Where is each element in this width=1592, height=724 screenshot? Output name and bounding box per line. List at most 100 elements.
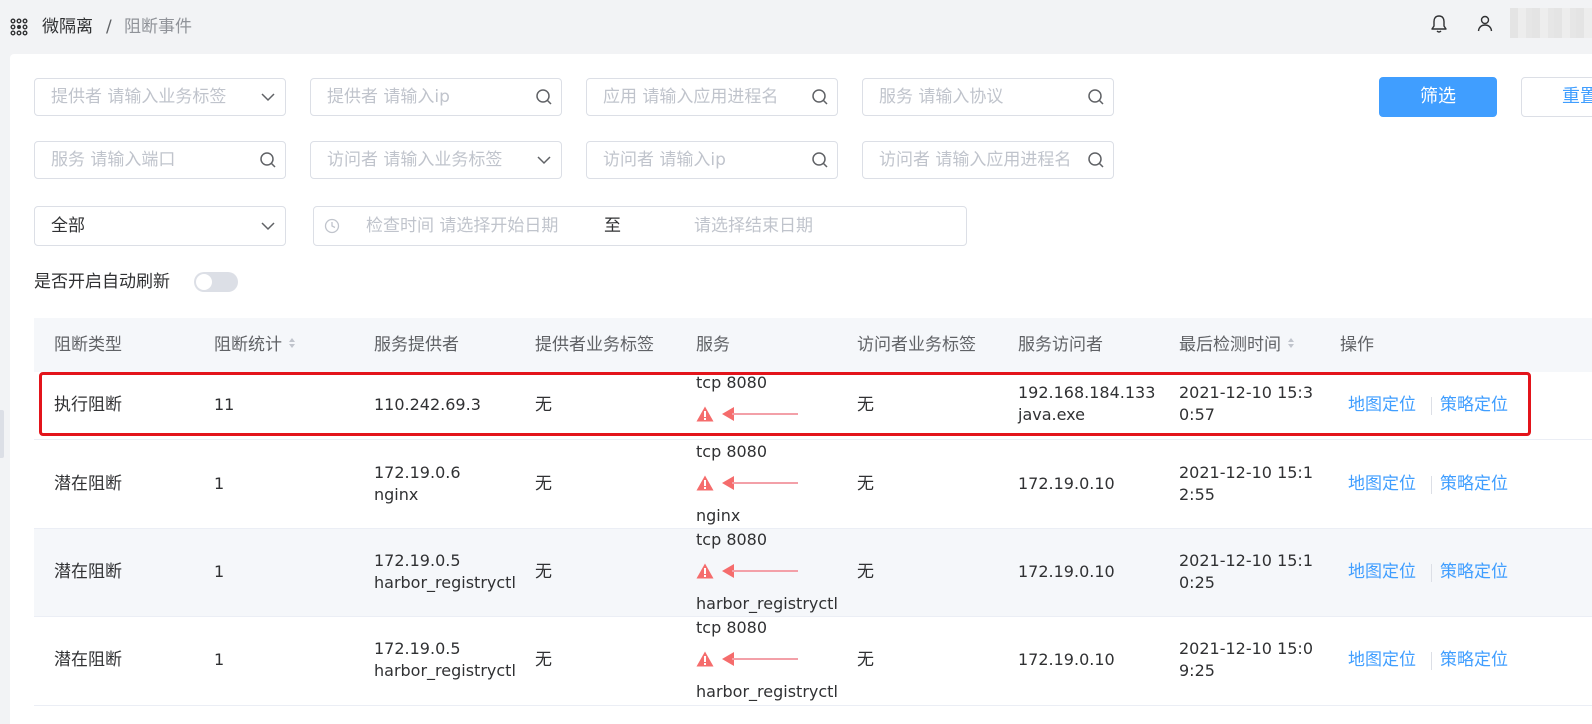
header-count[interactable]: 阻断统计 <box>214 318 296 372</box>
chevron-down-icon <box>537 156 551 165</box>
table-row: 潜在阻断 1 172.19.0.5 harbor_registryctl 无 t… <box>34 529 1592 617</box>
type-select-value: 全部 <box>51 216 85 236</box>
header-visitor: 服务访问者 <box>1018 335 1103 355</box>
search-icon[interactable] <box>535 88 553 106</box>
user-icon[interactable] <box>1476 14 1494 34</box>
warning-icon <box>696 651 714 667</box>
breadcrumb-separator: / <box>106 17 112 37</box>
policy-locate-link[interactable]: 策略定位 <box>1440 473 1508 495</box>
date-start-placeholder[interactable]: 检查时间 请选择开始日期 <box>366 207 558 245</box>
date-end-placeholder[interactable]: 请选择结束日期 <box>694 207 813 245</box>
header-provider-tag: 提供者业务标签 <box>535 335 654 355</box>
breadcrumb-current: 阻断事件 <box>124 17 192 37</box>
cell-time-line1: 2021-12-10 15:0 <box>1179 639 1313 658</box>
header-visitor-tag: 访问者业务标签 <box>857 335 976 355</box>
provider-tag-select[interactable]: 提供者 请输入业务标签 <box>34 78 286 116</box>
search-icon[interactable] <box>259 151 277 169</box>
cell-count: 1 <box>214 474 225 493</box>
date-range-picker[interactable]: 检查时间 请选择开始日期 至 请选择结束日期 <box>313 206 967 246</box>
top-bar: 微隔离 / 阻断事件 <box>0 0 1592 54</box>
sort-icon[interactable] <box>288 337 296 349</box>
cell-provider-tag: 无 <box>535 395 552 415</box>
policy-locate-link[interactable]: 策略定位 <box>1440 394 1508 416</box>
table-header: 阻断类型 阻断统计 服务提供者 提供者业务标签 服务 访问者业务标签 服务访问者… <box>34 318 1592 372</box>
bell-icon[interactable] <box>1430 14 1448 34</box>
header-actions: 操作 <box>1340 335 1374 355</box>
provider-ip-input[interactable]: 提供者 请输入ip <box>310 78 562 116</box>
policy-locate-link[interactable]: 策略定位 <box>1440 649 1508 671</box>
search-icon[interactable] <box>1087 151 1105 169</box>
auto-refresh-toggle[interactable] <box>194 272 238 292</box>
visitor-process-input[interactable]: 访问者 请输入应用进程名 <box>862 141 1114 179</box>
service-port-input[interactable]: 服务 请输入端口 <box>34 141 286 179</box>
map-locate-link[interactable]: 地图定位 <box>1348 394 1416 416</box>
warning-icon <box>696 406 714 422</box>
warning-icon <box>696 475 714 491</box>
cell-provider-tag: 无 <box>535 474 552 494</box>
breadcrumb-app[interactable]: 微隔离 <box>42 15 93 39</box>
cell-type: 潜在阻断 <box>54 650 122 670</box>
cell-provider-name: harbor_registryctl <box>374 573 516 592</box>
cell-time-line2: 9:25 <box>1179 661 1215 680</box>
cell-visitor-ip: 172.19.0.10 <box>1018 562 1115 581</box>
cell-visitor-ip: 172.19.0.10 <box>1018 474 1115 493</box>
cell-visitor-tag: 无 <box>857 474 874 494</box>
reset-button[interactable]: 重置 <box>1521 77 1592 117</box>
map-locate-link[interactable]: 地图定位 <box>1348 649 1416 671</box>
filter-button[interactable]: 筛选 <box>1379 77 1497 117</box>
sort-icon[interactable] <box>1287 337 1295 349</box>
chevron-down-icon <box>261 93 275 102</box>
sidebar-collapse-handle[interactable] <box>0 410 4 458</box>
cell-service-process: nginx <box>696 506 741 525</box>
visitor-tag-select[interactable]: 访问者 请输入业务标签 <box>310 141 562 179</box>
cell-time-line1: 2021-12-10 15:3 <box>1179 383 1313 402</box>
table-row: 执行阻断 11 110.242.69.3 无 tcp 8080 无 192.16… <box>34 372 1592 440</box>
cell-provider-ip: 172.19.0.6 <box>374 463 461 482</box>
map-locate-link[interactable]: 地图定位 <box>1348 561 1416 583</box>
cell-time-line2: 0:57 <box>1179 405 1215 424</box>
arrow-left-icon <box>722 407 798 421</box>
cell-visitor-name: java.exe <box>1018 405 1085 424</box>
policy-locate-link[interactable]: 策略定位 <box>1440 561 1508 583</box>
cell-provider-name: nginx <box>374 485 419 504</box>
cell-service: tcp 8080 <box>696 618 768 637</box>
cell-provider-ip: 172.19.0.5 <box>374 639 461 658</box>
map-locate-link[interactable]: 地图定位 <box>1348 473 1416 495</box>
arrow-left-icon <box>722 476 798 490</box>
blurred-username <box>1510 8 1592 38</box>
chevron-down-icon <box>261 222 275 231</box>
search-icon[interactable] <box>811 88 829 106</box>
cell-type: 潜在阻断 <box>54 562 122 582</box>
action-divider <box>1431 476 1432 494</box>
cell-provider-ip: 110.242.69.3 <box>374 395 481 414</box>
header-service: 服务 <box>696 335 730 355</box>
cell-service: tcp 8080 <box>696 530 768 549</box>
visitor-ip-placeholder: 访问者 请输入ip <box>603 150 726 170</box>
search-icon[interactable] <box>811 151 829 169</box>
visitor-ip-input[interactable]: 访问者 请输入ip <box>586 141 838 179</box>
cell-count: 11 <box>214 395 235 414</box>
type-select[interactable]: 全部 <box>34 206 286 246</box>
service-protocol-input[interactable]: 服务 请输入协议 <box>862 78 1114 116</box>
app-process-input[interactable]: 应用 请输入应用进程名 <box>586 78 838 116</box>
cell-service-process: harbor_registryctl <box>696 682 838 701</box>
header-last-time[interactable]: 最后检测时间 <box>1179 318 1295 372</box>
clock-icon <box>324 218 340 234</box>
provider-ip-placeholder: 提供者 请输入ip <box>327 87 450 107</box>
service-port-placeholder: 服务 请输入端口 <box>51 150 176 170</box>
apps-grid-icon[interactable] <box>10 18 28 36</box>
visitor-tag-placeholder: 访问者 请输入业务标签 <box>327 150 503 170</box>
cell-provider-tag: 无 <box>535 562 552 582</box>
warning-icon <box>696 563 714 579</box>
cell-service: tcp 8080 <box>696 442 768 461</box>
table-row: 潜在阻断 1 172.19.0.5 harbor_registryctl 无 t… <box>34 617 1592 706</box>
action-divider <box>1431 652 1432 670</box>
search-icon[interactable] <box>1087 88 1105 106</box>
cell-time-line1: 2021-12-10 15:1 <box>1179 551 1313 570</box>
arrow-left-icon <box>722 564 798 578</box>
app-process-placeholder: 应用 请输入应用进程名 <box>603 87 779 107</box>
header-count-label: 阻断统计 <box>214 335 282 355</box>
visitor-process-placeholder: 访问者 请输入应用进程名 <box>879 150 1072 170</box>
toggle-knob <box>196 274 212 290</box>
cell-type: 执行阻断 <box>54 395 122 415</box>
